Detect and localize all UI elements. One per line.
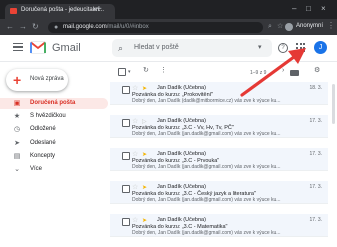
- browser-tab-strip: Doručená pošta - jedeucitakn... × + – □ …: [0, 0, 337, 19]
- sidebar-item-label: S hvězdičkou: [30, 113, 66, 119]
- list-scrollbar[interactable]: [332, 84, 335, 124]
- message-sender: Jan Dadík (Učebna): [157, 217, 206, 223]
- row-checkbox[interactable]: [122, 119, 130, 127]
- sidebar-item-inbox[interactable]: ▣ Doručená pošta: [0, 98, 108, 109]
- message-row[interactable]: ☆ ▷ Jan Dadík (Učebna) 17. 3. Pozvánka d…: [110, 115, 328, 138]
- message-snippet: Dobrý den, Jan Dadík (jan.dadik@gmail.co…: [132, 131, 281, 137]
- message-row[interactable]: ☆ ➤ Jan Dadík (Učebna) 17. 3. Pozvánka d…: [110, 148, 328, 171]
- inbox-icon: ▣: [13, 100, 21, 107]
- zoom-search-icon[interactable]: ⌕: [268, 22, 272, 32]
- draft-icon: ▤: [13, 153, 21, 160]
- refresh-icon[interactable]: ↻: [143, 66, 149, 76]
- tab-title: Doručená pošta - jedeucitakn...: [21, 7, 105, 13]
- sidebar-item-label: Doručená pošta: [30, 100, 76, 106]
- message-snippet: Dobrý den, Jan Dadík (jan.dadik@gmail.co…: [132, 164, 281, 170]
- lock-icon: ●: [54, 24, 59, 31]
- incognito-profile[interactable]: Anonymní: [285, 22, 329, 33]
- window-maximize-button[interactable]: □: [306, 4, 311, 14]
- sidebar-item-sent[interactable]: ➤ Odeslané: [0, 138, 108, 149]
- address-bar[interactable]: ● mail.google.com/mail/u/0/#inbox: [48, 22, 263, 33]
- search-placeholder: Hledat v poště: [134, 44, 179, 51]
- incognito-label: Anonymní: [296, 23, 324, 29]
- url-path: /mail/u/0/#inbox: [106, 24, 149, 30]
- reload-icon[interactable]: ↻: [32, 22, 39, 32]
- message-row[interactable]: ☆ ➤ Jan Dadík (Učebna) 17. 3. Pozvánka d…: [110, 181, 328, 204]
- compose-plus-icon: +: [13, 72, 22, 88]
- star-icon: ★: [13, 113, 21, 120]
- incognito-icon: [285, 23, 293, 31]
- annotation-arrow-icon: [240, 48, 306, 97]
- message-date: 17. 3.: [309, 184, 322, 190]
- new-tab-button[interactable]: +: [96, 5, 102, 15]
- forward-arrow-icon[interactable]: →: [19, 22, 27, 32]
- message-sender: Jan Dadík (Učebna): [157, 85, 206, 91]
- sidebar-item-starred[interactable]: ★ S hvězdičkou: [0, 111, 108, 122]
- sidebar-item-snoozed[interactable]: ◷ Odložené: [0, 124, 108, 135]
- message-snippet: Dobrý den, Jan Dadík (jan.dadik@gmail.co…: [132, 230, 281, 236]
- row-checkbox[interactable]: [122, 185, 130, 193]
- select-dropdown-icon[interactable]: ▾: [128, 67, 131, 77]
- main-menu-icon[interactable]: [13, 43, 23, 52]
- search-icon[interactable]: ⌕: [118, 42, 123, 54]
- url-host: mail.google.com: [63, 24, 107, 30]
- sidebar-item-drafts[interactable]: ▤ Koncepty: [0, 151, 108, 162]
- window-close-button[interactable]: ×: [321, 4, 326, 14]
- bookmark-star-icon[interactable]: ☆: [277, 22, 283, 32]
- message-list: ☆ ➤ Jan Dadík (Učebna) 18. 3. Pozvánka d…: [110, 82, 328, 247]
- gmail-wordmark: Gmail: [52, 42, 81, 54]
- message-row[interactable]: ☆ ➤ Jan Dadík (Učebna) 17. 3. Pozvánka d…: [110, 214, 328, 237]
- send-icon: ➤: [14, 140, 20, 147]
- row-checkbox[interactable]: [122, 86, 130, 94]
- back-arrow-icon[interactable]: ←: [6, 22, 14, 32]
- message-date: 17. 3.: [309, 118, 322, 124]
- message-date: 17. 3.: [309, 151, 322, 157]
- compose-label: Nová zpráva: [30, 76, 64, 82]
- browser-toolbar: ← → ↻ ● mail.google.com/mail/u/0/#inbox …: [0, 19, 337, 35]
- gmail-logo-icon[interactable]: [30, 41, 46, 54]
- message-sender: Jan Dadík (Učebna): [157, 151, 206, 157]
- sidebar-item-label: Odložené: [30, 126, 56, 132]
- sidebar-item-label: Koncepty: [30, 153, 56, 159]
- chevron-down-icon: ⌄: [14, 166, 20, 173]
- gmail-favicon-icon: [10, 8, 17, 14]
- sidebar-item-more[interactable]: ⌄ Více: [0, 164, 108, 175]
- clock-icon: ◷: [13, 126, 21, 133]
- message-date: 17. 3.: [309, 217, 322, 223]
- browser-menu-icon[interactable]: ⋮: [327, 21, 335, 31]
- message-sender: Jan Dadík (Učebna): [157, 184, 206, 190]
- select-all-checkbox[interactable]: [118, 68, 126, 76]
- sidebar-item-label: Odeslané: [30, 140, 56, 146]
- message-snippet: Dobrý den, Jan Dadík (jan.dadik@gmail.co…: [132, 197, 281, 203]
- message-sender: Jan Dadík (Učebna): [157, 118, 206, 124]
- more-actions-icon[interactable]: ⋮: [160, 66, 167, 76]
- row-checkbox[interactable]: [122, 152, 130, 160]
- compose-button[interactable]: + Nová zpráva: [6, 69, 68, 91]
- sidebar-item-label: Více: [30, 166, 43, 172]
- row-checkbox[interactable]: [122, 218, 130, 226]
- window-minimize-button[interactable]: –: [292, 4, 296, 14]
- url-text: mail.google.com/mail/u/0/#inbox: [63, 24, 149, 30]
